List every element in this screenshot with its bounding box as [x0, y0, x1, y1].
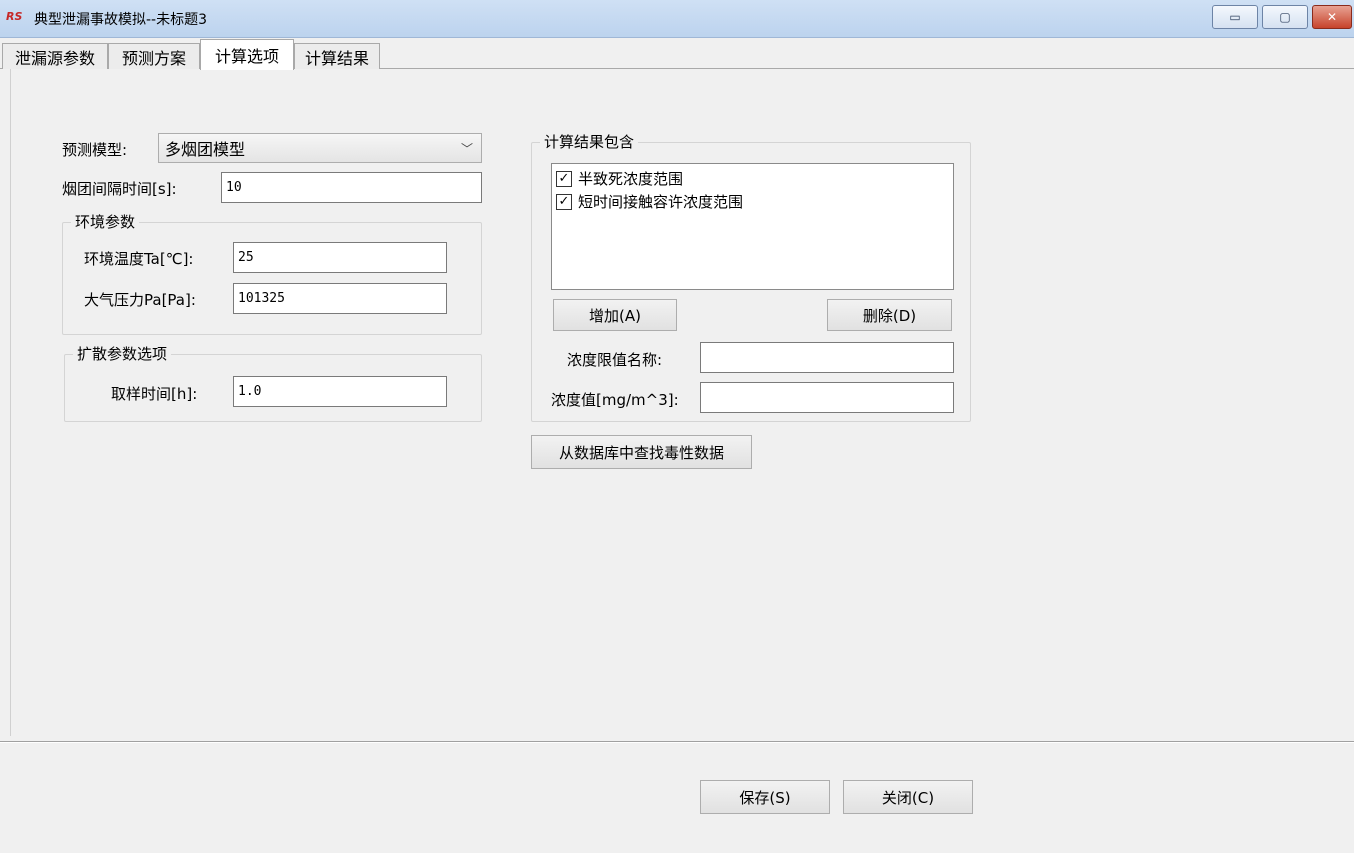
temp-input[interactable]: 25 [233, 242, 447, 273]
interval-input[interactable]: 10 [221, 172, 482, 203]
tab-leak-source[interactable]: 泄漏源参数 [2, 43, 108, 69]
results-listbox[interactable]: ✓ 半致死浓度范围 ✓ 短时间接触容许浓度范围 [551, 163, 954, 290]
results-group-title: 计算结果包含 [540, 131, 639, 152]
pressure-input[interactable]: 101325 [233, 283, 447, 314]
model-select[interactable]: 多烟团模型 ﹀ [158, 133, 482, 163]
tab-prediction-plan[interactable]: 预测方案 [108, 43, 200, 69]
db-lookup-button[interactable]: 从数据库中查找毒性数据 [531, 435, 752, 469]
model-label: 预测模型: [62, 141, 128, 159]
add-button[interactable]: 增加(A) [553, 299, 677, 331]
checkbox-checked-icon[interactable]: ✓ [556, 193, 572, 210]
footer-divider [0, 741, 1354, 743]
env-params-group: 环境参数 [62, 211, 482, 335]
maximize-button[interactable]: ▢ [1262, 5, 1308, 29]
tab-calc-options[interactable]: 计算选项 [200, 39, 294, 70]
sampling-label: 取样时间[h]: [111, 385, 198, 403]
sampling-input[interactable]: 1.0 [233, 376, 447, 407]
conc-value-input[interactable] [700, 382, 954, 413]
chevron-down-icon: ﹀ [460, 142, 473, 156]
title-bar: RS 典型泄漏事故模拟--未标题3 ▭ ▢ ✕ [0, 0, 1354, 38]
tab-strip: 泄漏源参数 预测方案 计算选项 计算结果 [0, 39, 1354, 70]
limit-name-input[interactable] [700, 342, 954, 373]
close-button[interactable]: 关闭(C) [843, 780, 973, 814]
diffusion-params-title: 扩散参数选项 [73, 343, 172, 364]
tab-calc-results[interactable]: 计算结果 [294, 43, 380, 69]
conc-value-label: 浓度值[mg/m^3]: [551, 391, 679, 409]
temp-label: 环境温度Ta[℃]: [84, 250, 194, 268]
env-params-title: 环境参数 [71, 211, 140, 232]
list-item[interactable]: ✓ 短时间接触容许浓度范围 [556, 191, 743, 212]
list-item[interactable]: ✓ 半致死浓度范围 [556, 168, 683, 189]
interval-label: 烟团间隔时间[s]: [62, 180, 177, 198]
checkbox-checked-icon[interactable]: ✓ [556, 170, 572, 187]
delete-button[interactable]: 删除(D) [827, 299, 952, 331]
limit-name-label: 浓度限值名称: [567, 351, 663, 369]
save-button[interactable]: 保存(S) [700, 780, 830, 814]
close-window-button[interactable]: ✕ [1312, 5, 1352, 29]
app-icon: RS [6, 10, 23, 23]
pressure-label: 大气压力Pa[Pa]: [84, 291, 196, 309]
minimize-button[interactable]: ▭ [1212, 5, 1258, 29]
window-title: 典型泄漏事故模拟--未标题3 [34, 12, 208, 28]
model-select-value: 多烟团模型 [165, 140, 246, 159]
